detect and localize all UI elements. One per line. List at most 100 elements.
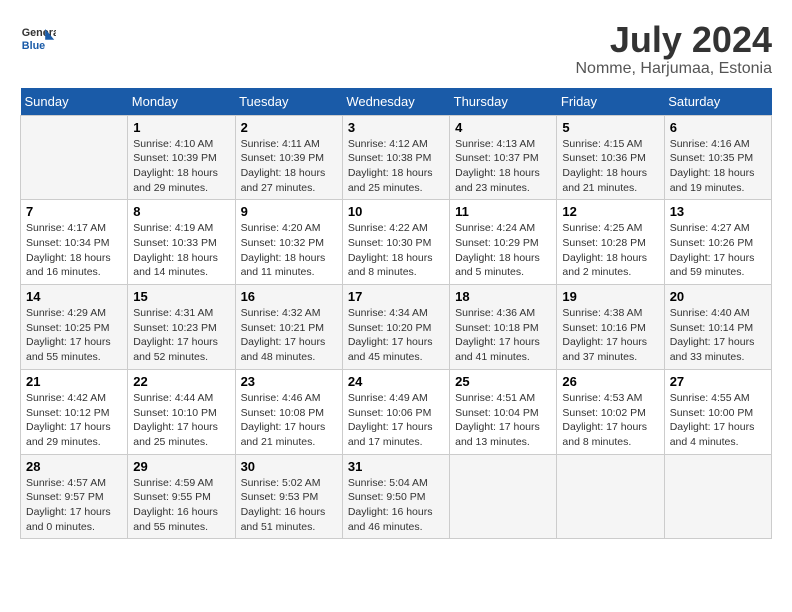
day-info: Sunrise: 4:59 AM Sunset: 9:55 PM Dayligh… (133, 476, 229, 535)
day-info: Sunrise: 4:29 AM Sunset: 10:25 PM Daylig… (26, 306, 122, 365)
day-number: 31 (348, 459, 444, 474)
header-day: Saturday (664, 88, 771, 116)
day-number: 10 (348, 204, 444, 219)
page-header: General Blue July 2024 Nomme, Harjumaa, … (20, 20, 772, 78)
calendar-cell (21, 115, 128, 200)
calendar-cell: 26Sunrise: 4:53 AM Sunset: 10:02 PM Dayl… (557, 369, 664, 454)
calendar-cell: 24 Sunrise: 4:49 AM Sunset: 10:06 PM Dayl… (342, 369, 449, 454)
calendar-cell: 10Sunrise: 4:22 AM Sunset: 10:30 PM Dayl… (342, 200, 449, 285)
calendar-cell: 19Sunrise: 4:38 AM Sunset: 10:16 PM Dayl… (557, 285, 664, 370)
calendar-cell: 31 Sunrise: 5:04 AM Sunset: 9:50 PM Dayli… (342, 454, 449, 539)
calendar-cell: 7 Sunrise: 4:17 AM Sunset: 10:34 PM Dayli… (21, 200, 128, 285)
day-number: 15 (133, 289, 229, 304)
day-info: Sunrise: 4:12 AM Sunset: 10:38 PM Daylig… (348, 137, 444, 196)
calendar-week: 14 Sunrise: 4:29 AM Sunset: 10:25 PM Dayl… (21, 285, 772, 370)
day-number: 2 (241, 120, 337, 135)
calendar-cell: 4 Sunrise: 4:13 AM Sunset: 10:37 PM Dayli… (450, 115, 557, 200)
day-number: 30 (241, 459, 337, 474)
day-info: Sunrise: 4:20 AM Sunset: 10:32 PM Daylig… (241, 221, 337, 280)
title-block: July 2024 Nomme, Harjumaa, Estonia (575, 20, 772, 78)
calendar-cell: 12Sunrise: 4:25 AM Sunset: 10:28 PM Dayl… (557, 200, 664, 285)
calendar-cell: 6 Sunrise: 4:16 AM Sunset: 10:35 PM Dayli… (664, 115, 771, 200)
day-number: 8 (133, 204, 229, 219)
day-info: Sunrise: 4:46 AM Sunset: 10:08 PM Daylig… (241, 391, 337, 450)
day-number: 22 (133, 374, 229, 389)
header-day: Monday (128, 88, 235, 116)
calendar-cell: 15 Sunrise: 4:31 AM Sunset: 10:23 PM Dayl… (128, 285, 235, 370)
calendar-cell: 1 Sunrise: 4:10 AM Sunset: 10:39 PM Dayli… (128, 115, 235, 200)
day-info: Sunrise: 4:16 AM Sunset: 10:35 PM Daylig… (670, 137, 766, 196)
calendar-cell (557, 454, 664, 539)
calendar-cell: 13Sunrise: 4:27 AM Sunset: 10:26 PM Dayl… (664, 200, 771, 285)
calendar-week: 21Sunrise: 4:42 AM Sunset: 10:12 PM Dayl… (21, 369, 772, 454)
day-number: 1 (133, 120, 229, 135)
calendar-table: SundayMondayTuesdayWednesdayThursdayFrid… (20, 88, 772, 540)
svg-text:Blue: Blue (22, 40, 45, 52)
header-day: Tuesday (235, 88, 342, 116)
day-info: Sunrise: 4:57 AM Sunset: 9:57 PM Dayligh… (26, 476, 122, 535)
calendar-cell: 23 Sunrise: 4:46 AM Sunset: 10:08 PM Dayl… (235, 369, 342, 454)
header-row: SundayMondayTuesdayWednesdayThursdayFrid… (21, 88, 772, 116)
day-info: Sunrise: 4:32 AM Sunset: 10:21 PM Daylig… (241, 306, 337, 365)
day-number: 11 (455, 204, 551, 219)
day-number: 21 (26, 374, 122, 389)
day-info: Sunrise: 4:55 AM Sunset: 10:00 PM Daylig… (670, 391, 766, 450)
day-number: 27 (670, 374, 766, 389)
day-info: Sunrise: 4:10 AM Sunset: 10:39 PM Daylig… (133, 137, 229, 196)
calendar-week: 28 Sunrise: 4:57 AM Sunset: 9:57 PM Dayli… (21, 454, 772, 539)
calendar-cell: 5 Sunrise: 4:15 AM Sunset: 10:36 PM Dayli… (557, 115, 664, 200)
day-number: 5 (562, 120, 658, 135)
header-day: Thursday (450, 88, 557, 116)
calendar-cell: 21Sunrise: 4:42 AM Sunset: 10:12 PM Dayl… (21, 369, 128, 454)
day-info: Sunrise: 4:49 AM Sunset: 10:06 PM Daylig… (348, 391, 444, 450)
calendar-cell: 16 Sunrise: 4:32 AM Sunset: 10:21 PM Dayl… (235, 285, 342, 370)
calendar-cell (450, 454, 557, 539)
calendar-cell: 25 Sunrise: 4:51 AM Sunset: 10:04 PM Dayl… (450, 369, 557, 454)
header-day: Sunday (21, 88, 128, 116)
calendar-cell: 3 Sunrise: 4:12 AM Sunset: 10:38 PM Dayli… (342, 115, 449, 200)
day-info: Sunrise: 5:04 AM Sunset: 9:50 PM Dayligh… (348, 476, 444, 535)
calendar-cell: 22 Sunrise: 4:44 AM Sunset: 10:10 PM Dayl… (128, 369, 235, 454)
header-day: Wednesday (342, 88, 449, 116)
calendar-cell: 11Sunrise: 4:24 AM Sunset: 10:29 PM Dayl… (450, 200, 557, 285)
day-info: Sunrise: 4:15 AM Sunset: 10:36 PM Daylig… (562, 137, 658, 196)
day-number: 3 (348, 120, 444, 135)
day-number: 24 (348, 374, 444, 389)
day-info: Sunrise: 4:25 AM Sunset: 10:28 PM Daylig… (562, 221, 658, 280)
calendar-cell: 29Sunrise: 4:59 AM Sunset: 9:55 PM Dayli… (128, 454, 235, 539)
day-number: 7 (26, 204, 122, 219)
day-number: 6 (670, 120, 766, 135)
calendar-cell: 30 Sunrise: 5:02 AM Sunset: 9:53 PM Dayli… (235, 454, 342, 539)
calendar-cell: 8 Sunrise: 4:19 AM Sunset: 10:33 PM Dayli… (128, 200, 235, 285)
day-number: 25 (455, 374, 551, 389)
day-info: Sunrise: 4:38 AM Sunset: 10:16 PM Daylig… (562, 306, 658, 365)
day-info: Sunrise: 4:51 AM Sunset: 10:04 PM Daylig… (455, 391, 551, 450)
day-info: Sunrise: 4:17 AM Sunset: 10:34 PM Daylig… (26, 221, 122, 280)
logo: General Blue (20, 20, 56, 56)
day-info: Sunrise: 4:11 AM Sunset: 10:39 PM Daylig… (241, 137, 337, 196)
calendar-week: 7 Sunrise: 4:17 AM Sunset: 10:34 PM Dayli… (21, 200, 772, 285)
month-title: July 2024 (575, 20, 772, 60)
calendar-cell: 2 Sunrise: 4:11 AM Sunset: 10:39 PM Dayli… (235, 115, 342, 200)
location: Nomme, Harjumaa, Estonia (575, 60, 772, 78)
day-info: Sunrise: 4:44 AM Sunset: 10:10 PM Daylig… (133, 391, 229, 450)
day-number: 20 (670, 289, 766, 304)
calendar-cell: 18Sunrise: 4:36 AM Sunset: 10:18 PM Dayl… (450, 285, 557, 370)
day-number: 16 (241, 289, 337, 304)
day-info: Sunrise: 4:36 AM Sunset: 10:18 PM Daylig… (455, 306, 551, 365)
calendar-week: 1 Sunrise: 4:10 AM Sunset: 10:39 PM Dayli… (21, 115, 772, 200)
calendar-cell: 27 Sunrise: 4:55 AM Sunset: 10:00 PM Dayl… (664, 369, 771, 454)
calendar-cell: 9Sunrise: 4:20 AM Sunset: 10:32 PM Dayli… (235, 200, 342, 285)
day-info: Sunrise: 4:19 AM Sunset: 10:33 PM Daylig… (133, 221, 229, 280)
day-number: 13 (670, 204, 766, 219)
calendar-cell (664, 454, 771, 539)
day-info: Sunrise: 4:13 AM Sunset: 10:37 PM Daylig… (455, 137, 551, 196)
day-number: 23 (241, 374, 337, 389)
day-info: Sunrise: 4:31 AM Sunset: 10:23 PM Daylig… (133, 306, 229, 365)
day-number: 4 (455, 120, 551, 135)
day-info: Sunrise: 5:02 AM Sunset: 9:53 PM Dayligh… (241, 476, 337, 535)
day-number: 14 (26, 289, 122, 304)
logo-icon: General Blue (20, 20, 56, 56)
day-number: 28 (26, 459, 122, 474)
day-info: Sunrise: 4:40 AM Sunset: 10:14 PM Daylig… (670, 306, 766, 365)
